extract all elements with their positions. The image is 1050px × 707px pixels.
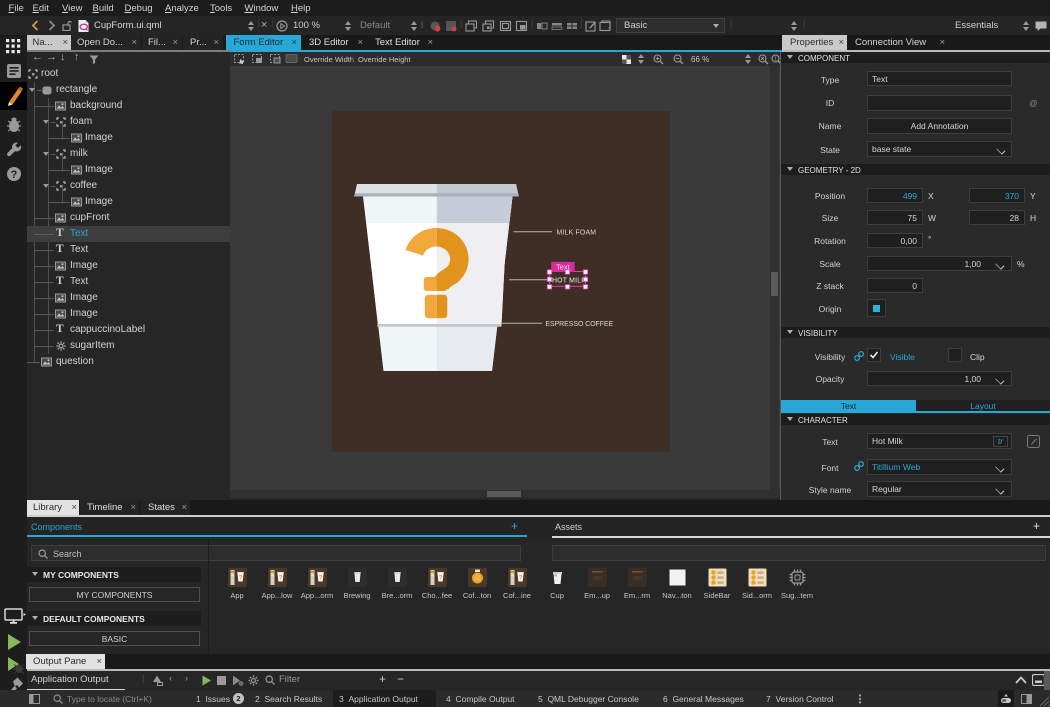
svg-text:?: ? (319, 576, 323, 582)
svg-text:?: ? (439, 576, 443, 582)
svg-text:?: ? (239, 576, 243, 582)
svg-text:HOT MILK: HOT MILK (552, 278, 586, 285)
svg-text:1: 1 (774, 57, 777, 63)
svg-text:MILK FOAM: MILK FOAM (557, 229, 597, 236)
svg-text:ESPRESSO COFFEE: ESPRESSO COFFEE (545, 321, 613, 328)
svg-text:?: ? (279, 576, 283, 582)
svg-text:?: ? (519, 576, 523, 582)
svg-text:?: ? (11, 169, 18, 181)
